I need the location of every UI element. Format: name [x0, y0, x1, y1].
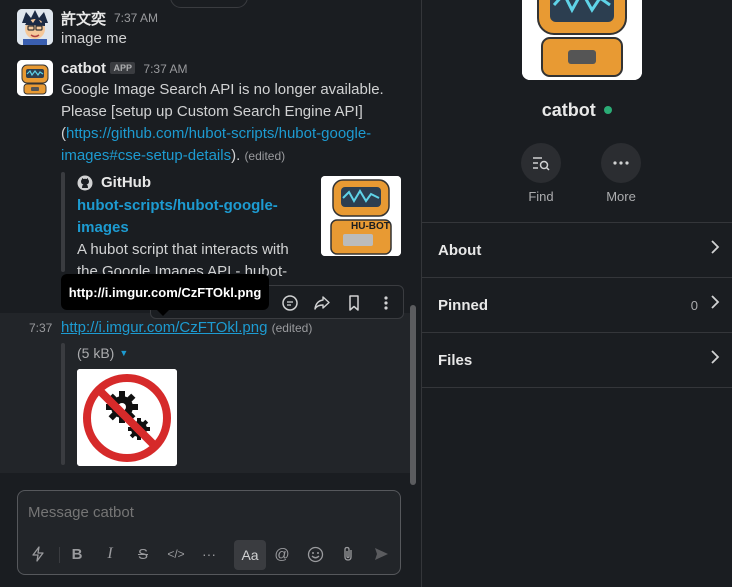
chevron-right-icon	[710, 240, 720, 259]
profile-name-row: catbot	[422, 100, 732, 121]
pinned-count: 0	[690, 298, 698, 313]
section-label: Files	[438, 352, 473, 369]
shortcuts-bolt-icon[interactable]	[25, 541, 51, 567]
unfurl-thumbnail[interactable]: HU-BOT	[321, 176, 401, 256]
profile-panel: catbot Find More About Pinned 0 Files	[422, 0, 732, 587]
unfurl-bar	[61, 172, 65, 272]
github-icon	[77, 175, 93, 191]
send-icon[interactable]	[368, 541, 394, 567]
timestamp[interactable]: 7:37 AM	[114, 11, 158, 25]
message-composer: B I S </> ··· Aa @	[17, 490, 401, 575]
avatar-catbot[interactable]	[17, 60, 53, 96]
author-name[interactable]: 許文奕	[61, 8, 106, 29]
app-window: 許文奕 7:37 AM image me catbot APP 7:37 AM …	[0, 0, 732, 587]
edited-label: (edited)	[244, 149, 286, 163]
avatar-user[interactable]	[17, 9, 53, 45]
italic-icon[interactable]: I	[97, 541, 123, 567]
status-dot	[604, 106, 613, 114]
message-line: images#cse-setup-details). (edited)	[61, 145, 285, 167]
find-button[interactable]	[521, 143, 561, 183]
attachment-bar	[61, 343, 65, 465]
about-section[interactable]: About	[422, 223, 732, 278]
github-link-cont[interactable]: images#cse-setup-details	[61, 147, 231, 164]
reply-in-thread-icon[interactable]	[279, 292, 301, 314]
composer-divider	[59, 547, 60, 563]
attach-icon[interactable]	[335, 541, 361, 567]
file-size-row[interactable]: (5 kB) ▼	[77, 345, 128, 361]
more-label: More	[606, 189, 636, 204]
message-text: image me	[61, 30, 127, 47]
section-label: About	[438, 242, 482, 259]
image-link[interactable]: http://i.imgur.com/CzFTOkl.png	[61, 319, 267, 336]
github-link[interactable]: https://github.com/hubot-scripts/hubot-g…	[66, 125, 371, 142]
message-line: Google Image Search API is no longer ava…	[61, 81, 384, 98]
mention-icon[interactable]: @	[269, 541, 295, 567]
share-icon[interactable]	[311, 292, 333, 314]
format-toggle-button[interactable]: Aa	[234, 540, 266, 570]
unfurl-title[interactable]: images	[77, 217, 129, 239]
emoji-icon[interactable]	[302, 541, 328, 567]
timestamp[interactable]: 7:37 AM	[143, 62, 187, 76]
bold-icon[interactable]: B	[64, 541, 90, 567]
message-line: (https://github.com/hubot-scripts/hubot-…	[61, 123, 371, 145]
image-preview[interactable]	[77, 369, 177, 466]
profile-name[interactable]: catbot	[542, 100, 596, 120]
paren: ).	[231, 147, 241, 164]
caret-down-icon[interactable]: ▼	[119, 348, 128, 358]
section-label: Pinned	[438, 297, 489, 314]
more-button[interactable]	[601, 143, 641, 183]
timestamp[interactable]: 7:37	[29, 321, 52, 335]
find-label: Find	[528, 189, 554, 204]
unfurl-title[interactable]: hubot-scripts/hubot-google-	[77, 195, 278, 217]
more-icon	[612, 160, 630, 166]
more-formatting-icon[interactable]: ···	[196, 541, 222, 567]
edited-label: (edited)	[271, 321, 313, 335]
strikethrough-icon[interactable]: S	[130, 541, 156, 567]
unfurl-source-name: GitHub	[101, 174, 151, 191]
message-pane: 許文奕 7:37 AM image me catbot APP 7:37 AM …	[0, 0, 421, 587]
profile-avatar[interactable]	[522, 0, 642, 80]
app-badge: APP	[110, 62, 135, 74]
pinned-section[interactable]: Pinned 0	[422, 278, 732, 333]
message-line: Please [setup up Custom Search Engine AP…	[61, 103, 363, 120]
more-actions-icon[interactable]	[375, 292, 397, 314]
files-section[interactable]: Files	[422, 333, 732, 388]
author-name[interactable]: catbot	[61, 60, 106, 77]
bookmark-icon[interactable]	[343, 292, 365, 314]
message-line: http://i.imgur.com/CzFTOkl.png (edited)	[61, 317, 312, 339]
unfurl-source: GitHub	[77, 174, 151, 191]
file-size: (5 kB)	[77, 345, 115, 361]
code-icon[interactable]: </>	[163, 541, 189, 567]
message-header: catbot APP 7:37 AM	[61, 60, 187, 78]
link-tooltip: http://i.imgur.com/CzFTOkl.png	[61, 274, 269, 316]
chevron-right-icon	[710, 295, 720, 314]
jump-pill[interactable]	[170, 0, 248, 8]
scrollbar-thumb[interactable]	[410, 305, 416, 485]
chevron-right-icon	[710, 350, 720, 369]
unfurl-desc: A hubot script that interacts with	[77, 241, 289, 258]
thumbnail-text: HU-BOT	[351, 221, 390, 232]
find-icon	[531, 154, 551, 172]
message-input[interactable]	[28, 501, 388, 523]
